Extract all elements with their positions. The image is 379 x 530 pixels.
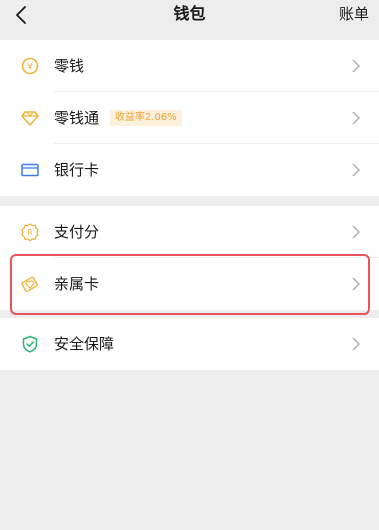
- menu-item-security[interactable]: 安全保障: [0, 318, 379, 370]
- menu-item-label: 零钱: [54, 57, 85, 75]
- menu-item-bankcard[interactable]: 银行卡: [0, 144, 379, 196]
- chevron-right-icon: [352, 163, 361, 177]
- group-spacer: [0, 310, 379, 318]
- menu-item-label: 亲属卡: [54, 275, 100, 293]
- menu-item-change[interactable]: ¥ 零钱: [0, 40, 379, 92]
- chevron-right-icon: [352, 225, 361, 239]
- menu-item-licaitong[interactable]: 零钱通 收益率2.06%: [0, 92, 379, 144]
- yield-rate-badge: 收益率2.06%: [110, 110, 182, 126]
- chevron-right-icon: [352, 277, 361, 291]
- svg-text:¥: ¥: [27, 63, 33, 73]
- menu-item-label: 安全保障: [54, 335, 115, 353]
- heart-card-icon: [20, 274, 40, 294]
- score-badge-icon: R: [20, 222, 40, 242]
- wallet-group-services: R 支付分 亲属卡 安全保障: [0, 206, 379, 370]
- top-navigation-bar: 钱包 账单: [0, 0, 379, 38]
- yen-coin-icon: ¥: [20, 56, 40, 76]
- menu-item-label: 银行卡: [54, 161, 100, 179]
- menu-item-label: 支付分: [54, 223, 100, 241]
- page-title: 钱包: [173, 4, 206, 23]
- chevron-right-icon: [352, 59, 361, 73]
- card-icon: [20, 160, 40, 180]
- diamond-icon: [20, 108, 40, 128]
- chevron-right-icon: [352, 111, 361, 125]
- menu-item-label: 零钱通: [54, 109, 100, 127]
- shield-icon: [20, 334, 40, 354]
- menu-item-payscore[interactable]: R 支付分: [0, 206, 379, 258]
- wallet-group-funds: ¥ 零钱 零钱通 收益率2.06% 银行卡: [0, 40, 379, 196]
- bill-button[interactable]: 账单: [339, 4, 369, 24]
- menu-item-familycard[interactable]: 亲属卡: [0, 258, 379, 310]
- chevron-right-icon: [352, 337, 361, 351]
- svg-text:R: R: [27, 228, 32, 237]
